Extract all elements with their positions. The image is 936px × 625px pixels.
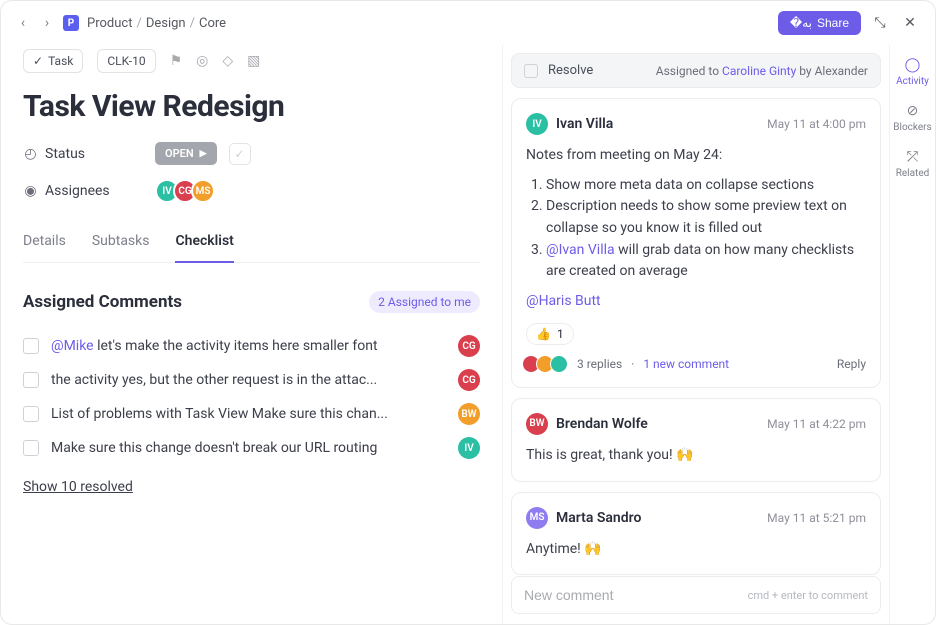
page-title: Task View Redesign — [23, 89, 480, 124]
status-complete-toggle[interactable]: ✓ — [229, 143, 251, 165]
avatar[interactable]: CG — [458, 335, 480, 357]
assigned-info: Assigned to Caroline Ginty by Alexander — [656, 64, 868, 78]
breadcrumb-item[interactable]: Product — [87, 16, 132, 31]
rail-related[interactable]: ⤱Related — [896, 149, 930, 179]
comment-checkbox[interactable] — [23, 338, 39, 354]
tab-subtasks[interactable]: Subtasks — [92, 225, 150, 262]
breadcrumb-item[interactable]: Core — [199, 16, 226, 31]
blockers-icon: ⊘ — [907, 103, 919, 119]
assignees-label: Assignees — [45, 183, 110, 199]
new-comment-link[interactable]: 1 new comment — [643, 357, 729, 371]
tag-icon[interactable]: ◇ — [222, 53, 233, 69]
assigned-user-link[interactable]: Caroline Ginty — [722, 64, 796, 78]
comment-checkbox[interactable] — [23, 406, 39, 422]
comment-input[interactable] — [524, 587, 748, 603]
list-item[interactable]: @Mike let's make the activity items here… — [23, 329, 480, 363]
reaction[interactable]: 👍1 — [526, 323, 574, 345]
assigned-badge[interactable]: 2 Assigned to me — [369, 291, 480, 313]
comment-composer[interactable]: cmd + enter to comment — [511, 576, 881, 614]
comment-text: @Mike let's make the activity items here… — [51, 338, 452, 354]
avatar[interactable] — [550, 355, 568, 373]
breadcrumb-item[interactable]: Design — [146, 16, 186, 31]
related-icon: ⤱ — [907, 149, 918, 165]
chevron-right-icon: ▶ — [200, 149, 207, 159]
comment-text: the activity yes, but the other request … — [51, 372, 452, 388]
composer-hint: cmd + enter to comment — [748, 589, 868, 602]
replies-count[interactable]: 3 replies — [577, 357, 622, 371]
list-item[interactable]: the activity yes, but the other request … — [23, 363, 480, 397]
task-id-pill[interactable]: CLK-10 — [97, 49, 155, 73]
mention-link[interactable]: @Haris Butt — [526, 293, 601, 309]
reply-button[interactable]: Reply — [837, 357, 866, 371]
tab-checklist[interactable]: Checklist — [175, 225, 233, 263]
section-title: Assigned Comments — [23, 292, 182, 312]
avatar[interactable]: BW — [458, 403, 480, 425]
list-item[interactable]: Make sure this change doesn't break our … — [23, 431, 480, 465]
show-resolved-link[interactable]: Show 10 resolved — [23, 479, 133, 495]
resolve-label: Resolve — [548, 63, 593, 78]
nav-back[interactable]: ‹ — [15, 15, 31, 31]
assignees-icon: ◉ — [23, 184, 38, 199]
comment-time: May 11 at 4:22 pm — [767, 417, 866, 431]
comment-author: Marta Sandro — [556, 510, 641, 526]
task-pill[interactable]: ✓Task — [23, 49, 83, 73]
comment-checkbox[interactable] — [23, 372, 39, 388]
status-label: Status — [45, 146, 85, 162]
rail-activity[interactable]: ◯Activity — [896, 57, 929, 87]
avatar[interactable]: CG — [458, 369, 480, 391]
comment-text: Make sure this change doesn't break our … — [51, 440, 452, 456]
share-icon: �به — [790, 16, 812, 30]
avatar[interactable]: MS — [191, 179, 215, 203]
status-chip[interactable]: OPEN▶ — [155, 142, 217, 165]
comment-card: IVIvan VillaMay 11 at 4:00 pmNotes from … — [511, 98, 881, 388]
app-icon: P — [63, 15, 79, 31]
avatar[interactable]: MS — [526, 507, 548, 529]
status-icon: ◴ — [23, 146, 38, 161]
replies-row: 3 replies·1 new commentReply — [526, 355, 866, 373]
comment-author: Ivan Villa — [556, 116, 613, 132]
image-icon[interactable]: ▧ — [247, 53, 260, 69]
nav-forward[interactable]: › — [39, 15, 55, 31]
comment-card: MSMarta SandroMay 11 at 5:21 pmAnytime! … — [511, 492, 881, 576]
avatar[interactable]: IV — [526, 113, 548, 135]
share-button[interactable]: �به Share — [778, 11, 861, 35]
rail-blockers[interactable]: ⊘Blockers — [893, 103, 931, 133]
assignees-avatars[interactable]: IV CG MS — [155, 179, 215, 203]
close-icon[interactable]: ✕ — [899, 12, 921, 34]
activity-icon: ◯ — [905, 57, 921, 73]
breadcrumb[interactable]: Product / Design / Core — [87, 16, 226, 31]
comment-author: Brendan Wolfe — [556, 416, 648, 432]
comment-time: May 11 at 5:21 pm — [767, 511, 866, 525]
share-label: Share — [817, 16, 849, 30]
flag-icon[interactable]: ⚑ — [170, 53, 183, 69]
comment-checkbox[interactable] — [23, 440, 39, 456]
resolve-checkbox[interactable] — [524, 64, 538, 78]
minimize-icon[interactable]: ⤡ — [869, 12, 891, 34]
comment-card: BWBrendan WolfeMay 11 at 4:22 pmThis is … — [511, 398, 881, 482]
avatar[interactable]: BW — [526, 413, 548, 435]
avatar[interactable]: IV — [458, 437, 480, 459]
target-icon[interactable]: ◎ — [196, 53, 208, 69]
comment-text: List of problems with Task View Make sur… — [51, 406, 452, 422]
tab-details[interactable]: Details — [23, 225, 66, 262]
list-item[interactable]: List of problems with Task View Make sur… — [23, 397, 480, 431]
comment-time: May 11 at 4:00 pm — [767, 117, 866, 131]
